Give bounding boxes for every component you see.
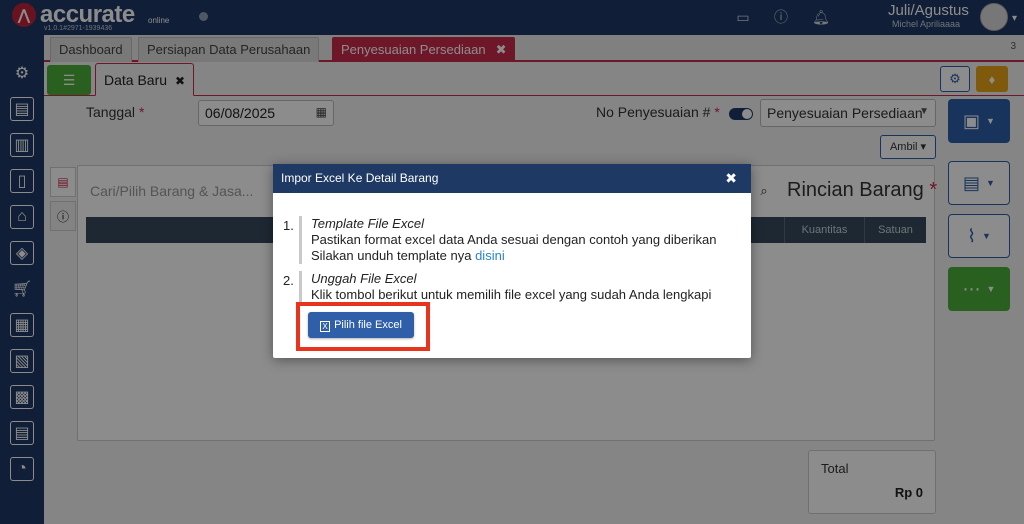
button-label: Pilih file Excel xyxy=(334,319,402,331)
step-title: Unggah File Excel xyxy=(311,271,417,286)
step-number: 2. xyxy=(283,273,294,288)
close-icon[interactable]: ✖ xyxy=(725,164,737,193)
dialog-header: Impor Excel Ke Detail Barang ✖ xyxy=(273,164,751,193)
app: ⋀ accurate online v1.0.1#2971-1939436 ▭ … xyxy=(0,0,1024,524)
step-text: Klik tombol berikut untuk memilih file e… xyxy=(311,287,712,302)
download-template-link[interactable]: disini xyxy=(475,248,505,263)
excel-file-icon: X xyxy=(320,321,331,332)
choose-excel-file-button[interactable]: X Pilih file Excel xyxy=(308,312,414,338)
step-number: 1. xyxy=(283,218,294,233)
step-text: Silakan unduh template nya disini xyxy=(311,248,505,263)
step-body: Unggah File Excel Klik tombol berikut un… xyxy=(299,271,711,303)
step-body: Template File Excel Pastikan format exce… xyxy=(299,216,716,264)
step-text: Pastikan format excel data Anda sesuai d… xyxy=(311,232,717,247)
step-title: Template File Excel xyxy=(311,216,424,231)
dialog-title: Impor Excel Ke Detail Barang xyxy=(281,171,439,185)
